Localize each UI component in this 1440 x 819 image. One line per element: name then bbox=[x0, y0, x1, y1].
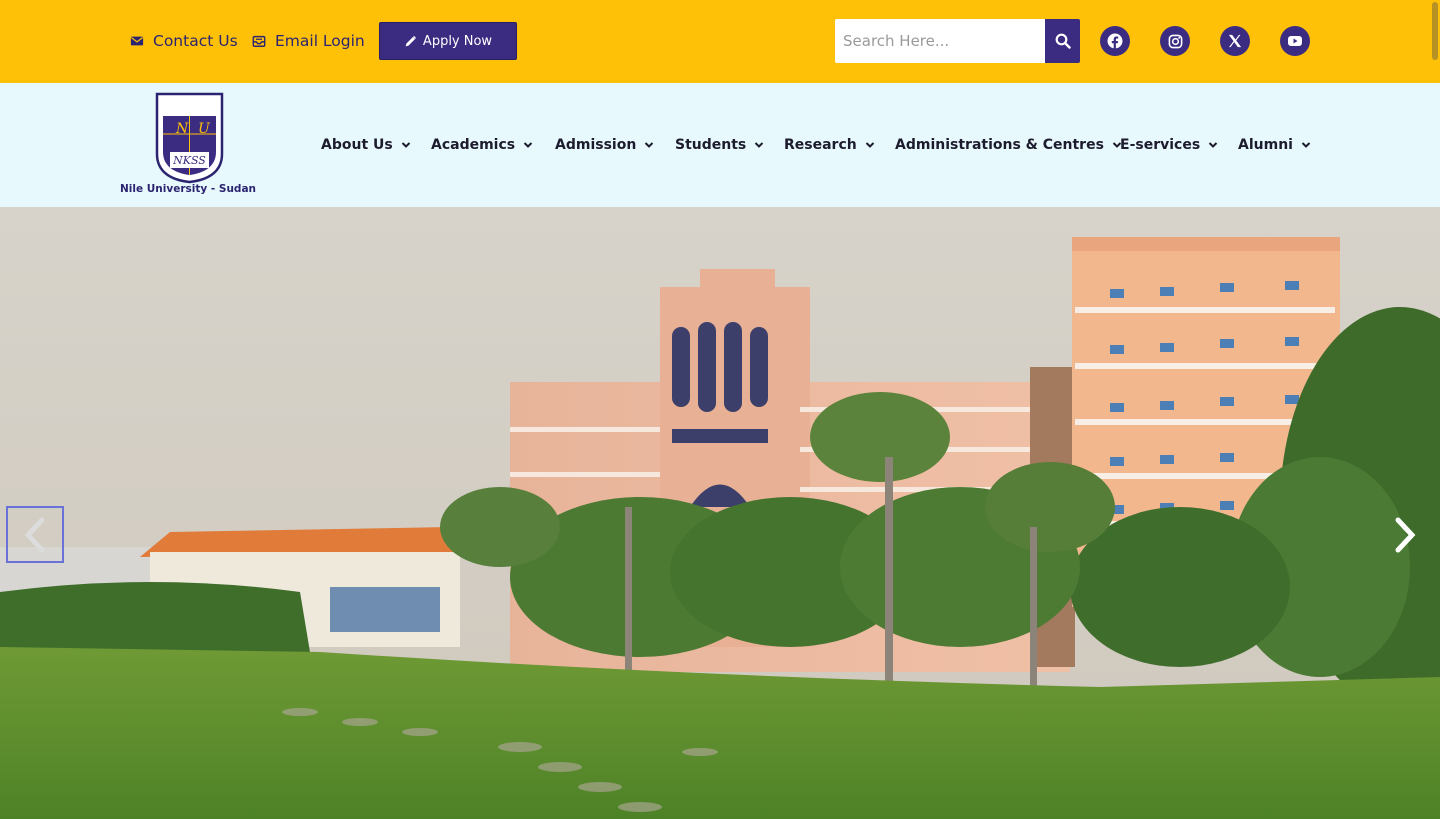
apply-now-button[interactable]: Apply Now bbox=[379, 22, 517, 60]
campus-photo bbox=[0, 207, 1440, 819]
x-twitter-link[interactable] bbox=[1220, 26, 1250, 56]
contact-us-link[interactable]: Contact Us bbox=[130, 29, 238, 53]
logo-caption: Nile University - Sudan bbox=[120, 183, 257, 195]
nav-item-label: Academics bbox=[431, 137, 516, 153]
nav-item-label: Alumni bbox=[1238, 137, 1293, 153]
nav-item-label: Students bbox=[675, 137, 747, 153]
nav-item-label: Administrations & Centres bbox=[895, 137, 1104, 153]
svg-text:U: U bbox=[198, 121, 211, 137]
nav-item-label: E-services bbox=[1120, 137, 1201, 153]
chevron-down-icon bbox=[865, 142, 874, 148]
nav-item-research[interactable]: Research bbox=[784, 135, 875, 155]
instagram-link[interactable] bbox=[1160, 26, 1190, 56]
instagram-icon bbox=[1168, 34, 1182, 48]
svg-text:N: N bbox=[175, 121, 189, 137]
nav-item-alumni[interactable]: Alumni bbox=[1238, 135, 1311, 155]
search-icon bbox=[1055, 33, 1071, 49]
slider-next-button[interactable] bbox=[1382, 506, 1428, 563]
chevron-down-icon bbox=[755, 142, 764, 148]
envelope-icon bbox=[130, 36, 144, 46]
nav-item-academics[interactable]: Academics bbox=[431, 135, 533, 155]
pencil-icon bbox=[405, 35, 417, 46]
window-scrollbar[interactable] bbox=[1432, 2, 1438, 60]
email-login-link[interactable]: Email Login bbox=[252, 29, 365, 53]
facebook-icon bbox=[1107, 33, 1123, 49]
contact-us-label: Contact Us bbox=[153, 32, 238, 50]
mail-inbox-icon bbox=[252, 35, 266, 47]
chevron-down-icon bbox=[401, 142, 410, 148]
youtube-icon bbox=[1288, 36, 1302, 46]
hero-slider bbox=[0, 207, 1440, 819]
chevron-down-icon bbox=[1208, 142, 1218, 148]
slider-prev-button[interactable] bbox=[6, 506, 64, 563]
email-login-label: Email Login bbox=[275, 32, 365, 50]
x-twitter-icon bbox=[1228, 34, 1242, 48]
youtube-link[interactable] bbox=[1280, 26, 1310, 56]
chevron-down-icon bbox=[523, 142, 533, 148]
nav-item-label: About Us bbox=[321, 137, 393, 153]
chevron-right-icon bbox=[1395, 517, 1416, 552]
nav-item-label: Admission bbox=[555, 137, 637, 153]
nav-item-students[interactable]: Students bbox=[675, 135, 764, 155]
svg-text:NKSS: NKSS bbox=[172, 154, 206, 167]
nav-item-administrations-centres[interactable]: Administrations & Centres bbox=[895, 135, 1122, 155]
chevron-down-icon bbox=[1301, 142, 1311, 148]
search-input[interactable] bbox=[835, 19, 1045, 63]
chevron-left-icon bbox=[24, 517, 45, 552]
chevron-down-icon bbox=[645, 142, 654, 148]
apply-now-label: Apply Now bbox=[422, 33, 493, 49]
facebook-link[interactable] bbox=[1100, 26, 1130, 56]
search-button[interactable] bbox=[1045, 19, 1080, 63]
nav-item-about-us[interactable]: About Us bbox=[321, 135, 411, 155]
nav-item-label: Research bbox=[784, 137, 857, 153]
nav-item-e-services[interactable]: E-services bbox=[1120, 135, 1218, 155]
nav-item-admission[interactable]: Admission bbox=[555, 135, 654, 155]
